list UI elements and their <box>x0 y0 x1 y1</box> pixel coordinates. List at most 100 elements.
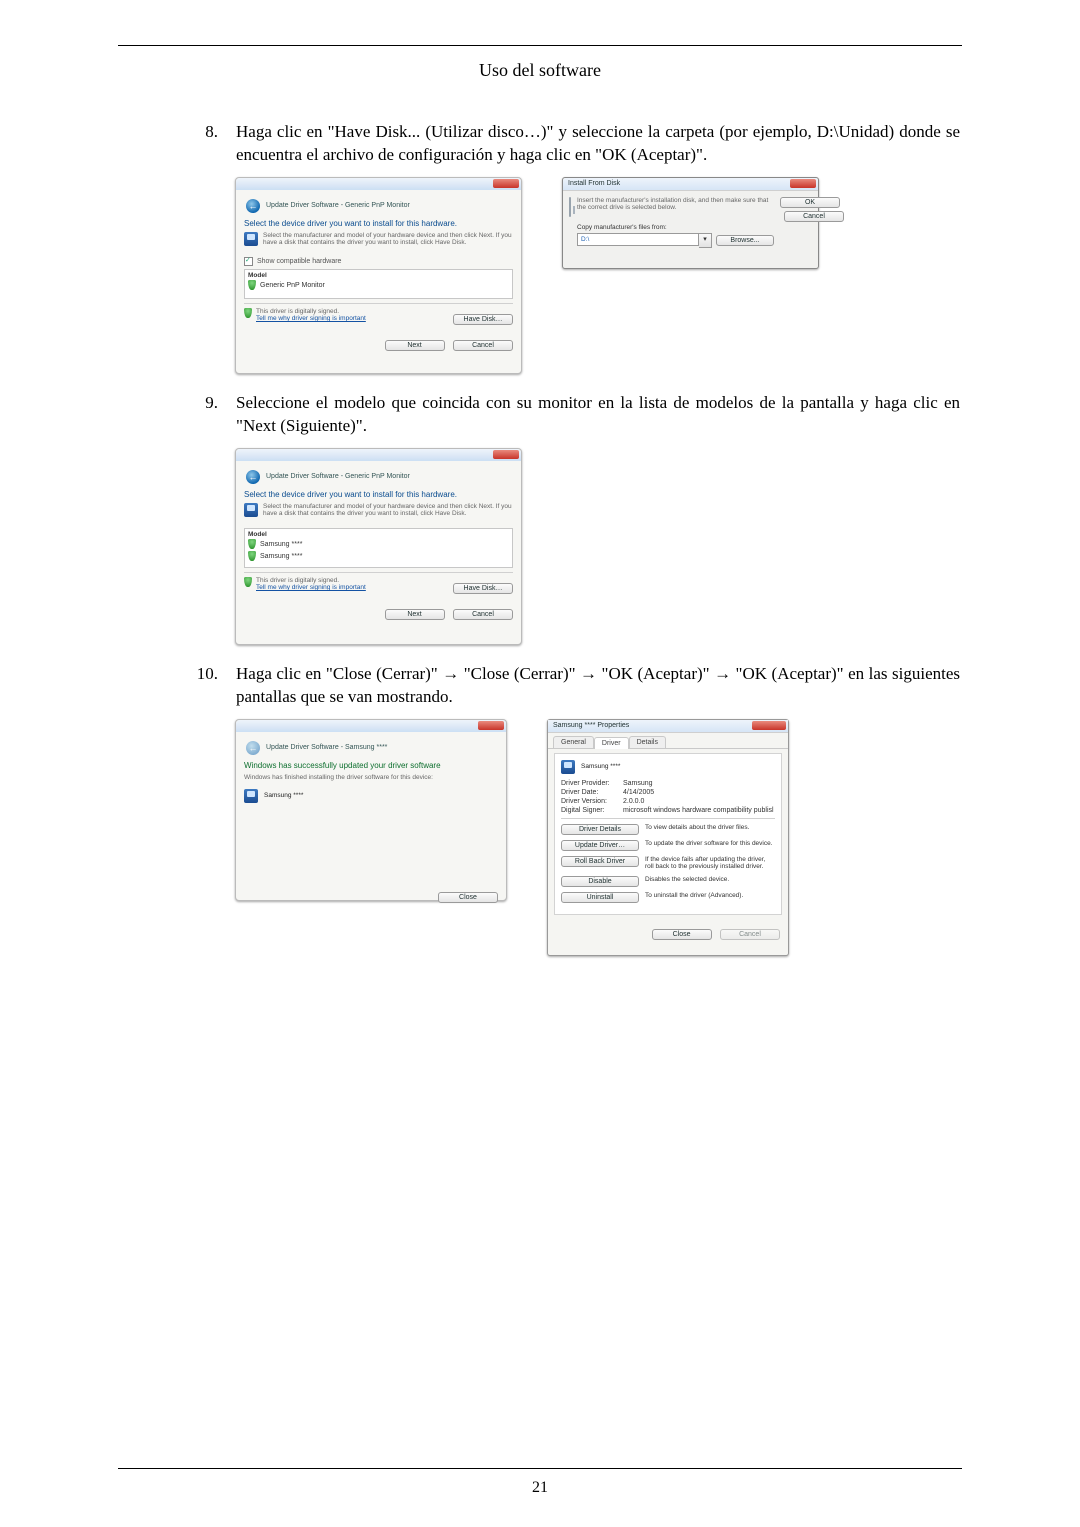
monitor-icon <box>561 760 575 774</box>
uninstall-button[interactable]: Uninstall <box>561 892 639 903</box>
step-text: Haga clic en "Have Disk... (Utilizar dis… <box>236 121 960 167</box>
breadcrumb-label: Update Driver Software - Generic PnP Mon… <box>266 202 410 209</box>
page-number: 21 <box>0 1479 1080 1497</box>
close-icon[interactable] <box>752 721 786 730</box>
window-titlebar <box>236 178 521 190</box>
device-name: Samsung **** <box>581 763 620 770</box>
list-item[interactable]: Generic PnP Monitor <box>248 279 509 291</box>
step-9: 9. Seleccione el modelo que coincida con… <box>190 392 960 438</box>
cancel-button[interactable]: Cancel <box>453 609 513 620</box>
list-item[interactable]: Samsung **** <box>248 550 509 562</box>
shield-icon <box>244 577 252 587</box>
wizard-success: ← Update Driver Software - Samsung **** … <box>235 719 507 901</box>
wizard-subtitle: Windows has finished installing the driv… <box>244 774 498 781</box>
chevron-down-icon[interactable]: ▾ <box>699 233 712 248</box>
wizard-hint: Select the manufacturer and model of you… <box>263 503 513 518</box>
browse-button[interactable]: Browse... <box>716 235 774 246</box>
have-disk-button[interactable]: Have Disk… <box>453 583 513 594</box>
ok-button[interactable]: OK <box>780 197 840 208</box>
back-icon: ← <box>246 741 260 755</box>
description: To view details about the driver files. <box>645 824 775 831</box>
close-button[interactable]: Close <box>438 892 498 903</box>
description: Disables the selected device. <box>645 876 775 883</box>
list-item-label: Samsung **** <box>260 553 302 560</box>
shield-icon <box>244 308 252 318</box>
page-content: 8. Haga clic en "Have Disk... (Utilizar … <box>120 121 960 956</box>
label: Driver Version: <box>561 798 623 805</box>
tab-driver[interactable]: Driver <box>594 737 629 749</box>
cancel-button[interactable]: Cancel <box>453 340 513 351</box>
update-driver-button[interactable]: Update Driver… <box>561 840 639 851</box>
step-number: 8. <box>190 121 218 167</box>
close-button[interactable]: Close <box>652 929 712 940</box>
tab-general[interactable]: General <box>553 736 594 748</box>
breadcrumb: ← Update Driver Software - Generic PnP M… <box>244 467 513 488</box>
checkbox-label: Show compatible hardware <box>257 258 341 265</box>
window-titlebar <box>236 720 506 732</box>
model-list[interactable]: Model Samsung **** Samsung **** <box>244 528 513 568</box>
path-field[interactable]: D:\ ▾ <box>577 233 712 248</box>
close-icon[interactable] <box>493 450 519 459</box>
install-from-disk-dialog: Install From Disk Insert the manufacture… <box>562 177 819 269</box>
disable-button[interactable]: Disable <box>561 876 639 887</box>
device-name: Samsung **** <box>264 792 303 799</box>
label: Driver Date: <box>561 789 623 796</box>
checkbox-icon <box>244 257 253 266</box>
label: Driver Provider: <box>561 780 623 787</box>
shield-icon <box>248 280 256 290</box>
next-button[interactable]: Next <box>385 340 445 351</box>
step-text: Seleccione el modelo que coincida con su… <box>236 392 960 438</box>
column-header: Model <box>248 531 509 538</box>
dialog-message: Insert the manufacturer's installation d… <box>577 197 774 212</box>
signing-link[interactable]: Tell me why driver signing is important <box>256 584 366 591</box>
breadcrumb: ← Update Driver Software - Generic PnP M… <box>244 196 513 217</box>
document-page: Uso del software 8. Haga clic en "Have D… <box>0 0 1080 1527</box>
signing-link[interactable]: Tell me why driver signing is important <box>256 315 366 322</box>
value: 2.0.0.0 <box>623 798 775 805</box>
list-item[interactable]: Samsung **** <box>248 538 509 550</box>
value: microsoft windows hardware compatibility… <box>623 807 775 814</box>
signed-label: This driver is digitally signed. <box>256 308 366 315</box>
next-button[interactable]: Next <box>385 609 445 620</box>
model-list[interactable]: Model Generic PnP Monitor <box>244 269 513 299</box>
back-icon[interactable]: ← <box>246 470 260 484</box>
step-text: Haga clic en "Close (Cerrar)" → "Close (… <box>236 663 960 709</box>
monitor-icon <box>244 503 258 517</box>
page-header: Uso del software <box>120 60 960 81</box>
cancel-button[interactable]: Cancel <box>784 211 844 222</box>
description: To update the driver software for this d… <box>645 840 775 847</box>
close-icon[interactable] <box>790 179 816 188</box>
dialog-title: Install From Disk <box>563 178 818 191</box>
description: If the device fails after updating the d… <box>645 856 775 871</box>
close-icon[interactable] <box>478 721 504 730</box>
wizard-title: Windows has successfully updated your dr… <box>244 761 498 770</box>
driver-details-button[interactable]: Driver Details <box>561 824 639 835</box>
breadcrumb-label: Update Driver Software - Samsung **** <box>266 744 387 751</box>
dialog-title-label: Samsung **** Properties <box>553 722 629 729</box>
monitor-icon <box>244 232 258 246</box>
tabs: General Driver Details <box>548 733 788 749</box>
shield-icon <box>248 539 256 549</box>
value: 4/14/2005 <box>623 789 775 796</box>
close-icon[interactable] <box>493 179 519 188</box>
roll-back-driver-button[interactable]: Roll Back Driver <box>561 856 639 867</box>
show-compatible-checkbox[interactable]: Show compatible hardware <box>244 257 513 266</box>
step-number: 10. <box>190 663 218 709</box>
list-item-label: Generic PnP Monitor <box>260 282 325 289</box>
dialog-title-label: Install From Disk <box>568 180 620 187</box>
label: Digital Signer: <box>561 807 623 814</box>
have-disk-button[interactable]: Have Disk… <box>453 314 513 325</box>
shield-icon <box>248 551 256 561</box>
floppy-icon <box>569 197 571 217</box>
monitor-icon <box>244 789 258 803</box>
breadcrumb-label: Update Driver Software - Generic PnP Mon… <box>266 473 410 480</box>
list-item-label: Samsung **** <box>260 541 302 548</box>
wizard-title: Select the device driver you want to ins… <box>244 490 513 499</box>
tab-details[interactable]: Details <box>629 736 666 748</box>
wizard-choose-model: ← Update Driver Software - Generic PnP M… <box>235 448 522 645</box>
back-icon[interactable]: ← <box>246 199 260 213</box>
driver-properties-dialog: Samsung **** Properties General Driver D… <box>547 719 789 956</box>
breadcrumb: ← Update Driver Software - Samsung **** <box>244 738 498 759</box>
step-number: 9. <box>190 392 218 438</box>
wizard-title: Select the device driver you want to ins… <box>244 219 513 228</box>
